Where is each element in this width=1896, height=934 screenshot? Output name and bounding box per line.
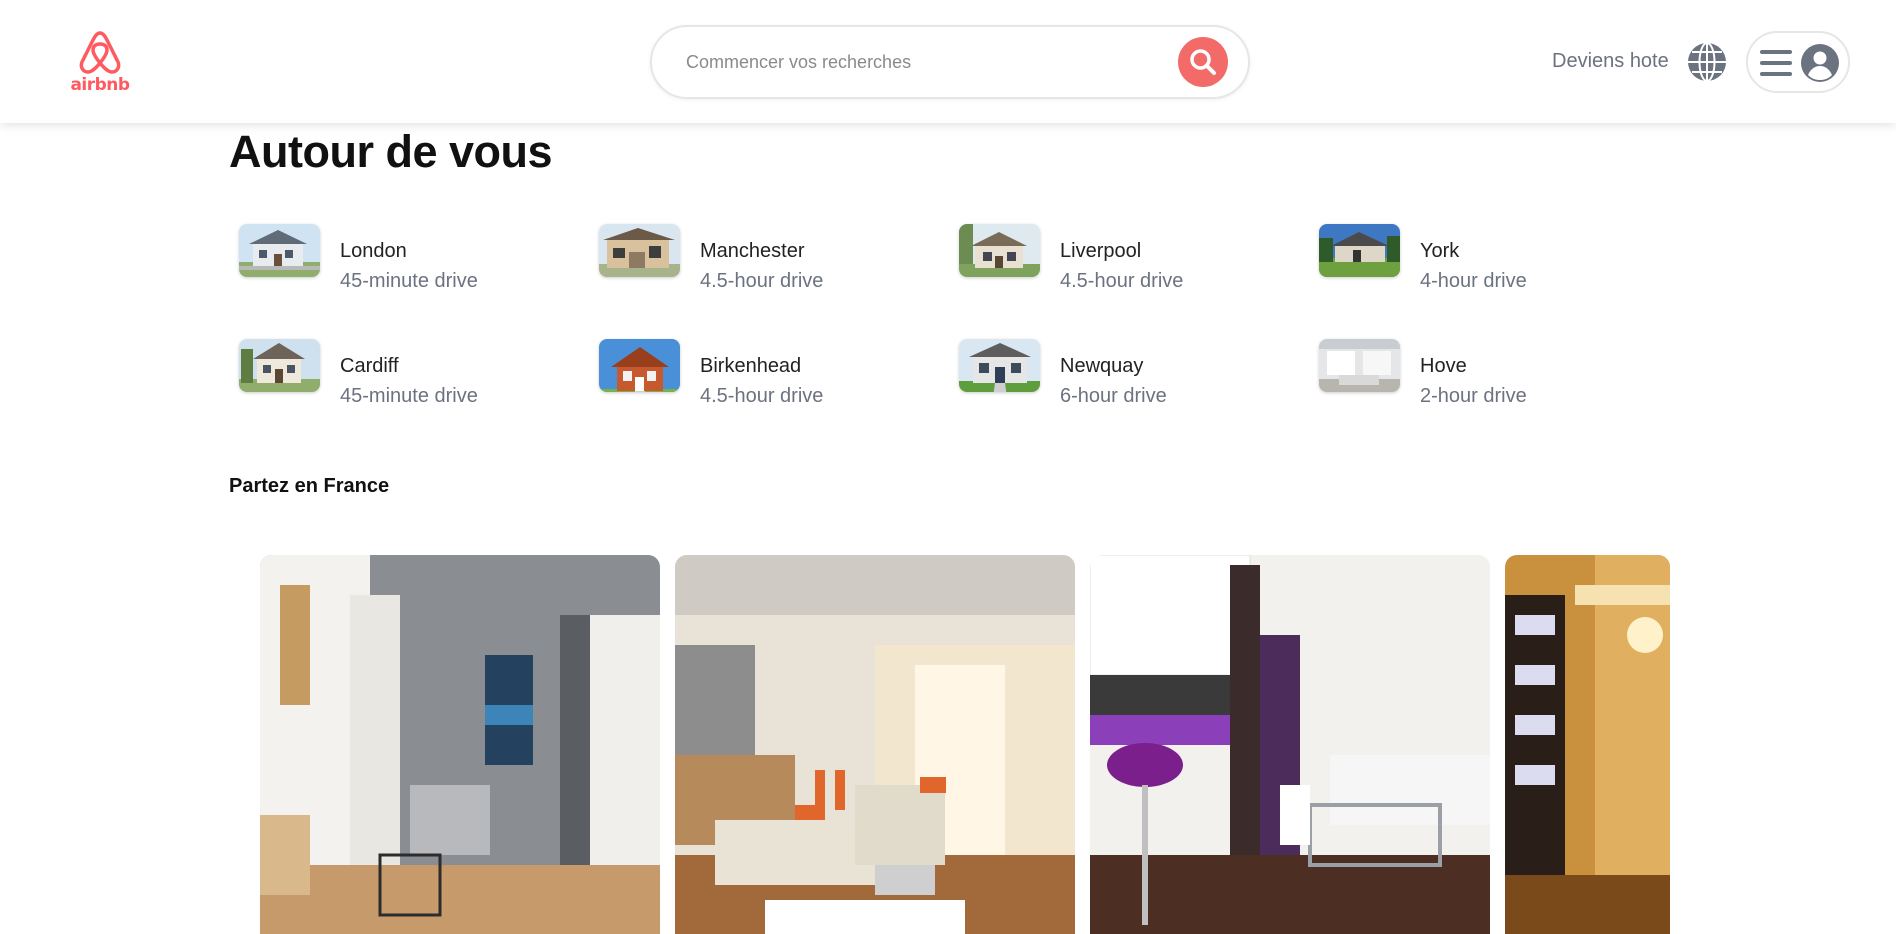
place-item-york[interactable]: York 4-hour drive xyxy=(1319,222,1659,302)
place-item-london[interactable]: London 45-minute drive xyxy=(239,222,579,302)
place-drive-time: 4.5-hour drive xyxy=(700,385,824,407)
section-title-nearby: Autour de vous xyxy=(229,126,553,177)
place-item-liverpool[interactable]: Liverpool 4.5-hour drive xyxy=(959,222,1299,302)
listing-card[interactable] xyxy=(1090,555,1490,934)
search-bar[interactable] xyxy=(650,25,1250,99)
place-drive-time: 4.5-hour drive xyxy=(700,270,824,292)
listing-card[interactable] xyxy=(1505,555,1670,934)
place-drive-time: 45-minute drive xyxy=(340,385,478,407)
search-button[interactable] xyxy=(1178,37,1228,87)
airbnb-belo-icon xyxy=(79,31,121,74)
place-item-birkenhead[interactable]: Birkenhead 4.5-hour drive xyxy=(599,337,939,417)
user-menu-button[interactable] xyxy=(1746,31,1850,93)
hamburger-menu-icon xyxy=(1760,50,1792,76)
place-name: Birkenhead xyxy=(700,355,802,377)
place-name: Liverpool xyxy=(1060,240,1142,262)
place-thumbnail xyxy=(599,224,680,277)
become-host-link[interactable]: Deviens hote xyxy=(1552,50,1669,73)
globe-icon[interactable] xyxy=(1687,42,1727,82)
place-drive-time: 4.5-hour drive xyxy=(1060,270,1184,292)
place-item-newquay[interactable]: Newquay 6-hour drive xyxy=(959,337,1299,417)
place-drive-time: 6-hour drive xyxy=(1060,385,1167,407)
place-name: Hove xyxy=(1420,355,1467,377)
place-item-hove[interactable]: Hove 2-hour drive xyxy=(1319,337,1659,417)
logo-wordmark: airbnb xyxy=(70,75,130,95)
place-thumbnail xyxy=(1319,339,1400,392)
place-name: York xyxy=(1420,240,1460,262)
user-avatar-icon xyxy=(1801,44,1839,82)
listing-photo xyxy=(675,555,1075,934)
listing-photo xyxy=(260,555,660,934)
place-name: Cardiff xyxy=(340,355,399,377)
search-input[interactable] xyxy=(686,42,1156,82)
listing-photo xyxy=(1090,555,1490,934)
place-drive-time: 2-hour drive xyxy=(1420,385,1527,407)
place-thumbnail xyxy=(599,339,680,392)
airbnb-logo[interactable]: airbnb xyxy=(70,29,130,97)
header: airbnb Deviens hote xyxy=(0,0,1896,123)
place-thumbnail xyxy=(239,339,320,392)
section-title-france: Partez en France xyxy=(229,475,390,497)
place-item-cardiff[interactable]: Cardiff 45-minute drive xyxy=(239,337,579,417)
place-thumbnail xyxy=(959,224,1040,277)
place-thumbnail xyxy=(959,339,1040,392)
listing-card[interactable] xyxy=(260,555,660,934)
place-name: London xyxy=(340,240,407,262)
search-icon xyxy=(1190,49,1216,75)
place-drive-time: 4-hour drive xyxy=(1420,270,1527,292)
place-item-manchester[interactable]: Manchester 4.5-hour drive xyxy=(599,222,939,302)
place-drive-time: 45-minute drive xyxy=(340,270,478,292)
france-listings-carousel xyxy=(260,555,1670,934)
place-thumbnail xyxy=(239,224,320,277)
place-name: Newquay xyxy=(1060,355,1144,377)
listing-photo xyxy=(1505,555,1670,934)
place-name: Manchester xyxy=(700,240,805,262)
place-thumbnail xyxy=(1319,224,1400,277)
listing-card[interactable] xyxy=(675,555,1075,934)
